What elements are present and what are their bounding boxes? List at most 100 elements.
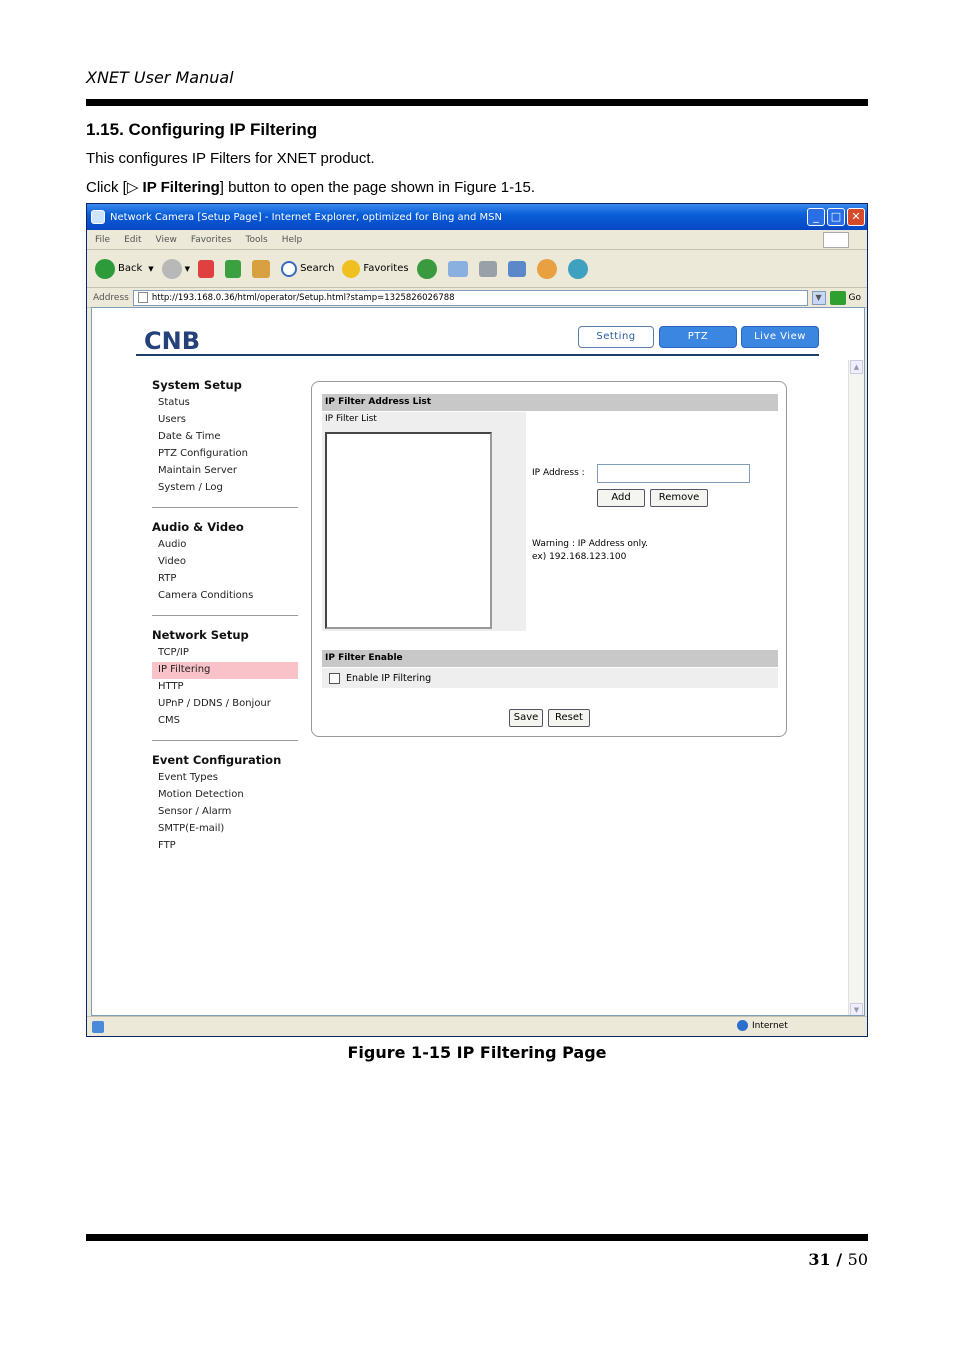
ip-filter-list[interactable] (325, 432, 492, 629)
ip-address-input[interactable] (597, 464, 750, 483)
sidebar-item-status[interactable]: Status (152, 395, 298, 412)
sidebar-group-audio-video: Audio & Video Audio Video RTP Camera Con… (152, 520, 298, 616)
sidebar-item-motion-detection[interactable]: Motion Detection (152, 787, 298, 804)
enable-ip-filtering-label: Enable IP Filtering (346, 672, 432, 684)
sidebar-item-maintain-server[interactable]: Maintain Server (152, 463, 298, 480)
messenger-button[interactable] (536, 258, 560, 279)
print-button[interactable] (478, 260, 500, 277)
scroll-down-button[interactable]: ▼ (850, 1003, 863, 1015)
favorites-button[interactable]: Favorites (342, 259, 409, 278)
toolbar: Back ▼ ▼ Search Favorites (87, 250, 867, 288)
document-header: XNET User Manual (86, 68, 234, 87)
close-button[interactable]: ✕ (847, 208, 865, 226)
menu-favorites[interactable]: Favorites (191, 235, 232, 245)
nav-live-view-button[interactable]: Live View (741, 326, 819, 348)
vertical-scrollbar[interactable]: ▲ ▼ (848, 360, 864, 1015)
page-current: 31 (808, 1250, 831, 1269)
instruction-bold: IP Filtering (142, 179, 220, 196)
save-button[interactable]: Save (509, 709, 543, 727)
sidebar-item-ip-filtering[interactable]: IP Filtering (152, 662, 298, 679)
minimize-button[interactable]: _ (807, 208, 825, 226)
sidebar-head-system: System Setup (152, 378, 242, 392)
sidebar-item-http[interactable]: HTTP (152, 679, 298, 696)
remove-button[interactable]: Remove (650, 489, 708, 507)
cnb-logo-text: CNB (144, 328, 200, 352)
back-label: Back (118, 263, 143, 274)
menu-edit[interactable]: Edit (124, 235, 141, 245)
sidebar-item-ftp[interactable]: FTP (152, 838, 298, 855)
status-bar: Internet (87, 1016, 867, 1036)
menu-file[interactable]: File (95, 235, 110, 245)
home-button[interactable] (252, 259, 273, 278)
sidebar-item-users[interactable]: Users (152, 412, 298, 429)
back-arrow-icon (95, 258, 115, 279)
list-section-header: IP Filter Address List (322, 394, 778, 411)
sidebar-item-event-types[interactable]: Event Types (152, 770, 298, 787)
sidebar-item-smtp[interactable]: SMTP(E-mail) (152, 821, 298, 838)
sidebar-item-audio[interactable]: Audio (152, 537, 298, 554)
ip-address-label: IP Address : (532, 468, 585, 478)
windows-flag-icon (823, 232, 849, 248)
address-dropdown-icon[interactable]: ▼ (811, 290, 826, 305)
users-button[interactable] (567, 258, 591, 279)
warning-example: ex) 192.168.123.100 (532, 552, 627, 562)
sidebar-item-ptz-configuration[interactable]: PTZ Configuration (152, 446, 298, 463)
status-zone: Internet (737, 1020, 788, 1031)
sidebar-item-rtp[interactable]: RTP (152, 571, 298, 588)
warning-text: Warning : IP Address only. (532, 539, 649, 549)
edit-button[interactable] (507, 260, 529, 277)
nav-ptz-button[interactable]: PTZ (659, 326, 737, 348)
mail-icon (447, 260, 468, 277)
print-icon (478, 260, 497, 277)
sidebar-item-date-time[interactable]: Date & Time (152, 429, 298, 446)
url-text: http://193.168.0.36/html/operator/Setup.… (151, 292, 455, 303)
users-icon (567, 258, 588, 279)
address-bar: Address http://193.168.0.36/html/operato… (87, 288, 867, 308)
section-title: 1.15. Configuring IP Filtering (86, 120, 318, 139)
maximize-button[interactable]: □ (827, 208, 845, 226)
enable-ip-filtering-checkbox[interactable] (329, 672, 340, 684)
go-label[interactable]: Go (849, 293, 861, 303)
stop-button[interactable] (198, 259, 217, 278)
sidebar-item-video[interactable]: Video (152, 554, 298, 571)
sidebar-head-audio-video: Audio & Video (152, 520, 244, 534)
instruction-pre: Click [▷ (86, 179, 143, 196)
history-button[interactable] (416, 258, 440, 279)
browser-window: Network Camera [Setup Page] - Internet E… (86, 203, 868, 1037)
address-input[interactable]: http://193.168.0.36/html/operator/Setup.… (132, 289, 808, 306)
go-arrow-icon[interactable] (829, 290, 846, 305)
setup-sidebar: System Setup Status Users Date & Time PT… (152, 378, 298, 877)
messenger-icon (536, 258, 557, 279)
page-separator: / (830, 1250, 848, 1269)
header-divider (136, 354, 819, 356)
mail-button[interactable] (447, 260, 471, 277)
header-rule (86, 99, 868, 106)
sidebar-item-cms[interactable]: CMS (152, 713, 298, 730)
instruction-text: Click [▷ IP Filtering] button to open th… (86, 178, 535, 196)
menu-view[interactable]: View (156, 235, 177, 245)
refresh-button[interactable] (225, 259, 244, 278)
menu-tools[interactable]: Tools (246, 235, 268, 245)
scroll-up-button[interactable]: ▲ (850, 360, 863, 374)
page-total: 50 (847, 1250, 868, 1269)
forward-arrow-icon (161, 258, 182, 279)
search-button[interactable]: Search (281, 260, 335, 277)
sidebar-item-sensor-alarm[interactable]: Sensor / Alarm (152, 804, 298, 821)
footer-rule (86, 1234, 868, 1241)
sidebar-item-camera-conditions[interactable]: Camera Conditions (152, 588, 298, 605)
sidebar-item-upnp-ddns-bonjour[interactable]: UPnP / DDNS / Bonjour (152, 696, 298, 713)
reset-button[interactable]: Reset (548, 709, 590, 727)
enable-row: Enable IP Filtering (322, 668, 778, 688)
add-button[interactable]: Add (597, 489, 645, 507)
back-button[interactable]: Back ▼ (95, 258, 154, 279)
forward-button[interactable]: ▼ (161, 258, 190, 279)
edit-icon (507, 260, 526, 277)
sidebar-item-tcp-ip[interactable]: TCP/IP (152, 645, 298, 662)
history-icon (416, 258, 437, 279)
search-label: Search (300, 263, 335, 274)
refresh-icon (225, 259, 242, 278)
sidebar-item-system-log[interactable]: System / Log (152, 480, 298, 497)
ip-filter-list-area: IP Filter List (322, 412, 526, 631)
menu-help[interactable]: Help (282, 235, 303, 245)
nav-setting-button[interactable]: Setting (578, 326, 654, 348)
